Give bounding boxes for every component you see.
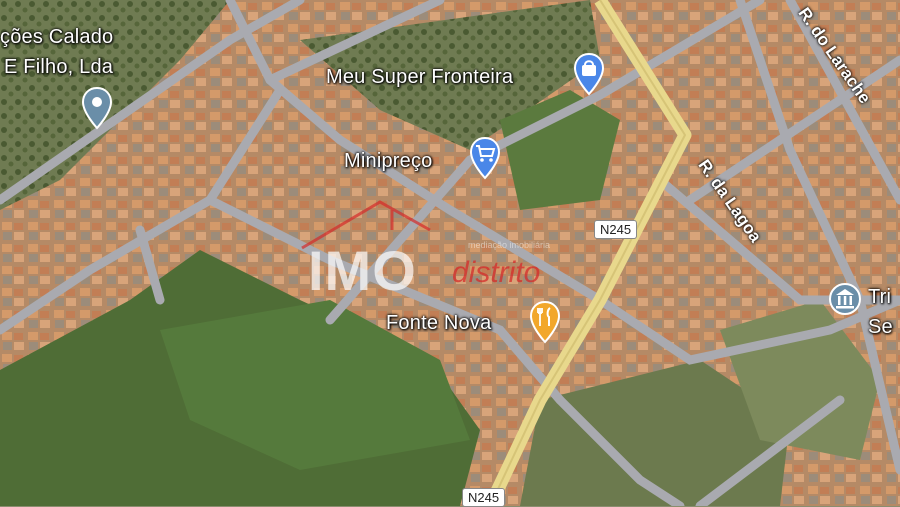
place-label-tribunal-line1[interactable]: Tri	[868, 286, 891, 309]
location-pin-icon[interactable]	[80, 86, 114, 130]
place-label-calado-line2[interactable]: E Filho, Lda	[4, 56, 113, 79]
place-label-minipreco[interactable]: Minipreço	[344, 150, 433, 173]
route-shield-n245-upper: N245	[594, 220, 638, 239]
place-label-fonte-nova[interactable]: Fonte Nova	[386, 312, 491, 335]
shopping-cart-icon[interactable]	[468, 136, 502, 180]
restaurant-icon[interactable]	[528, 300, 562, 344]
shopping-bag-icon[interactable]	[572, 52, 606, 96]
place-label-tribunal-line2[interactable]: Se	[868, 316, 893, 339]
place-label-calado-line1[interactable]: ções Calado	[0, 26, 113, 49]
government-building-icon[interactable]	[828, 282, 862, 326]
place-label-meu-super[interactable]: Meu Super Fronteira	[326, 66, 513, 89]
route-shield-n245-lower: N245	[462, 488, 506, 507]
